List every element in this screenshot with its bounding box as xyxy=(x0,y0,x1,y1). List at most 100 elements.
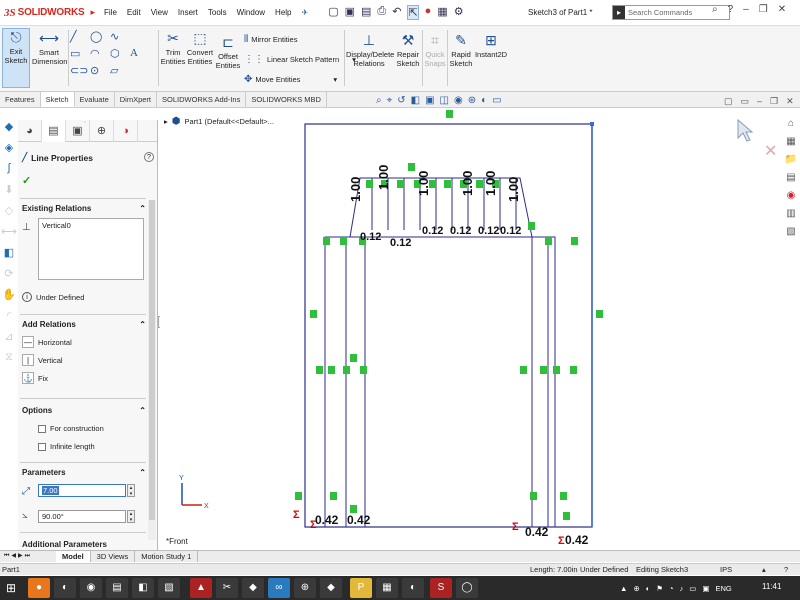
repair-sketch-button[interactable]: ⚒ Repair Sketch xyxy=(394,32,422,68)
box-icon[interactable]: ◧ xyxy=(0,246,18,267)
tab-motion-study-1[interactable]: Motion Study 1 xyxy=(135,551,199,562)
tray-network-icon[interactable]: ▲ xyxy=(620,584,627,593)
feature-manager-tab-icon[interactable]: ◕ xyxy=(18,120,42,142)
arc-icon[interactable]: ◠ xyxy=(90,47,110,60)
point-icon[interactable]: ⊙ xyxy=(90,64,110,77)
tab-solidworks-mbd[interactable]: SOLIDWORKS MBD xyxy=(246,92,327,107)
options-header[interactable]: Options ⌃ xyxy=(22,406,146,415)
add-relation-vertical[interactable]: | Vertical xyxy=(22,354,63,366)
zoom-to-fit-icon[interactable]: ⌕ xyxy=(376,95,382,106)
taskbar-app-icon[interactable]: ● xyxy=(28,578,50,598)
tray-battery-icon[interactable]: ▭ xyxy=(689,584,696,593)
tab-solidworks-add-ins[interactable]: SOLIDWORKS Add-Ins xyxy=(157,92,247,107)
angle-input[interactable]: 90.00° xyxy=(38,510,126,523)
save-icon[interactable]: ▤ xyxy=(361,5,371,20)
dynamic-annotation-icon[interactable]: ▣ xyxy=(425,95,434,106)
sketch-line-icon[interactable]: ◆ xyxy=(0,120,18,141)
mirror-entities-button[interactable]: ⫴ Mirror Entities xyxy=(244,34,297,45)
logo-menu-arrow-icon[interactable]: ▸ xyxy=(91,7,96,18)
display-manager-tab-icon[interactable]: ◑ xyxy=(114,120,138,142)
sigma-icon[interactable]: Σ xyxy=(512,521,519,533)
new-document-icon[interactable]: ▢ xyxy=(328,5,338,20)
tab-navigation-arrows[interactable]: ⏮ ◀ ▶ ⏭ xyxy=(0,551,56,562)
tray-flag-icon[interactable]: ⚑ xyxy=(656,584,663,593)
rapid-sketch-button[interactable]: ✎ Rapid Sketch xyxy=(449,32,473,68)
section-view-icon[interactable]: ◧ xyxy=(411,95,420,106)
configuration-manager-tab-icon[interactable]: ▣ xyxy=(66,120,90,142)
dimension-label[interactable]: 0.12 xyxy=(478,225,499,237)
tab-features[interactable]: Features xyxy=(0,92,41,107)
collapse-chevron-icon[interactable]: ⌃ xyxy=(139,406,146,415)
relation-item[interactable]: Vertical0 xyxy=(42,221,140,230)
smart-dimension-button[interactable]: ⟷ Smart Dimension xyxy=(32,30,67,66)
mirror-small-icon[interactable]: ⧖ xyxy=(0,351,18,372)
tab-dimxpert[interactable]: DimXpert xyxy=(115,92,157,107)
view-palette-icon[interactable]: ▧ xyxy=(782,226,800,244)
checkbox[interactable] xyxy=(38,442,46,451)
taskbar-clock[interactable]: 11:41 xyxy=(762,582,781,591)
open-icon[interactable]: ▣ xyxy=(345,5,355,20)
undo-icon[interactable]: ↶ xyxy=(392,5,401,20)
dimension-label[interactable]: 0.12 xyxy=(390,237,411,249)
collapse-chevron-icon[interactable]: ⌃ xyxy=(139,468,146,477)
add-relations-header[interactable]: Add Relations ⌃ xyxy=(22,320,146,329)
parameters-header[interactable]: Parameters ⌃ xyxy=(22,468,146,477)
dimension-label[interactable]: 0.12 xyxy=(360,231,381,243)
convert-entities-button[interactable]: ⬚ Convert Entities xyxy=(186,30,214,66)
dimension-label[interactable]: 0.42 xyxy=(315,513,339,527)
zoom-to-area-icon[interactable]: ⌖ xyxy=(387,95,393,106)
file-explorer-icon[interactable]: ▤ xyxy=(782,172,800,190)
dimension-label[interactable]: 1.00 xyxy=(348,177,363,202)
move-entities-button[interactable]: ✥ Move Entities ▾ xyxy=(244,74,337,85)
ok-checkmark-button[interactable]: ✓ xyxy=(22,174,31,187)
view-orientation-icon[interactable]: ◫ xyxy=(440,95,449,106)
scene-icon[interactable]: ▭ xyxy=(492,95,501,106)
taskbar-app-icon[interactable]: ∞ xyxy=(268,578,290,598)
collapse-chevron-icon[interactable]: ⌃ xyxy=(139,320,146,329)
file-properties-icon[interactable]: ▦ xyxy=(437,5,447,20)
menu-insert[interactable]: Insert xyxy=(178,8,198,17)
options-gear-icon[interactable]: ⚙ xyxy=(454,5,464,20)
appearance-icon[interactable]: ◐ xyxy=(481,95,487,106)
spline-icon[interactable]: ∿ xyxy=(110,30,130,43)
taskbar-app-icon[interactable]: ◐ xyxy=(54,578,76,598)
search-scope-icon[interactable]: ▸ xyxy=(613,6,625,19)
first-tab-arrow-icon[interactable]: ⏮ xyxy=(4,551,9,562)
infinite-length-checkbox[interactable]: Infinite length xyxy=(38,442,95,451)
endpoint-handle[interactable] xyxy=(590,122,594,126)
tray-wifi-icon[interactable]: ◔ xyxy=(669,584,674,593)
taskbar-app-icon[interactable]: ◉ xyxy=(80,578,102,598)
tray-security-icon[interactable]: ⊕ xyxy=(633,584,639,593)
solidworks-logo[interactable]: 3S SOLIDWORKS ▸ xyxy=(0,0,96,26)
sigma-icon[interactable]: Σ xyxy=(310,519,317,531)
text-icon[interactable]: A xyxy=(130,47,150,60)
rectangle-icon[interactable]: ▭ xyxy=(70,47,90,60)
taskbar-app-icon[interactable]: ▦ xyxy=(376,578,398,598)
print-icon[interactable]: ⎙ xyxy=(377,5,386,20)
viewport-restore-icon[interactable]: ▭ xyxy=(741,96,750,107)
display-delete-relations-button[interactable]: ⊥ Display/Delete Relations xyxy=(346,32,394,68)
custom-properties-icon[interactable]: ▥ xyxy=(782,208,800,226)
status-units[interactable]: IPS xyxy=(720,565,732,574)
line-icon[interactable]: ╱ xyxy=(70,30,90,43)
slot-icon[interactable]: ⊂⊃ xyxy=(70,64,90,77)
close-icon[interactable]: ✕ xyxy=(778,4,786,15)
taskbar-app-icon[interactable]: ▲ xyxy=(190,578,212,598)
minimize-icon[interactable]: – xyxy=(743,4,749,15)
viewport-tile-icon[interactable]: ▢ xyxy=(724,96,733,107)
tab-3d-views[interactable]: 3D Views xyxy=(91,551,136,562)
appearances-icon[interactable]: ◉ xyxy=(782,190,800,208)
resources-icon[interactable]: ▦ xyxy=(782,136,800,154)
menu-tools[interactable]: Tools xyxy=(208,8,227,17)
taskbar-app-icon[interactable]: P xyxy=(350,578,372,598)
previous-view-icon[interactable]: ↺ xyxy=(397,95,405,106)
menu-edit[interactable]: Edit xyxy=(127,8,141,17)
additional-parameters-header[interactable]: Additional Parameters xyxy=(22,540,146,549)
prev-tab-arrow-icon[interactable]: ◀ xyxy=(11,551,16,562)
taskbar-app-icon[interactable]: ◯ xyxy=(456,578,478,598)
taskbar-app-icon[interactable]: ⊕ xyxy=(294,578,316,598)
hide-show-icon[interactable]: ⊛ xyxy=(468,95,476,106)
help-icon[interactable]: ? xyxy=(144,152,154,162)
dimension-label[interactable]: 0.42 xyxy=(347,513,371,527)
help-icon[interactable]: ? xyxy=(728,4,734,15)
